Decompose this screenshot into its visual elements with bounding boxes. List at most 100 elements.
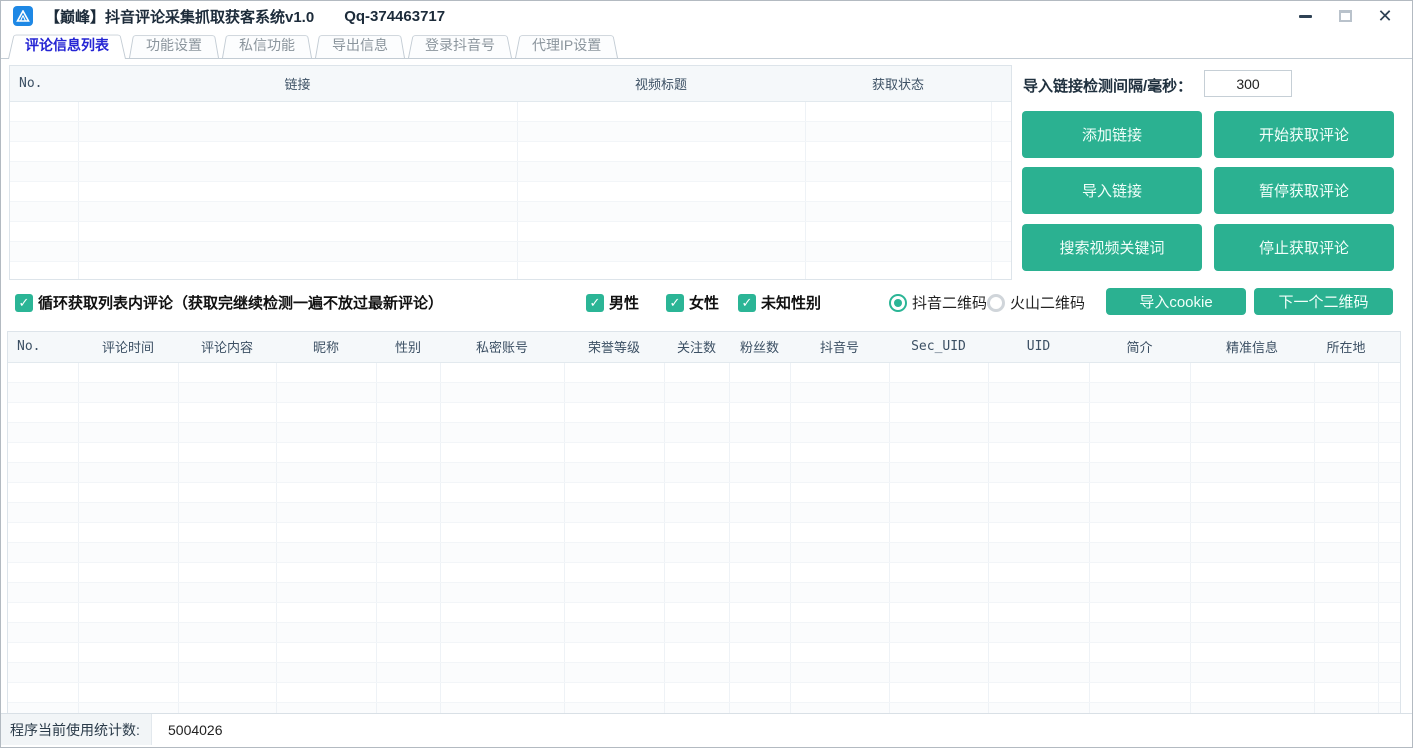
loop-fetch-checkbox[interactable]: ✓ (15, 294, 33, 312)
table-cell (1314, 582, 1378, 602)
table-cell (10, 101, 78, 121)
table-cell (78, 201, 517, 221)
table-cell (664, 402, 729, 422)
tab-comment-info-list[interactable]: 评论信息列表 (8, 32, 126, 59)
table-cell (729, 662, 790, 682)
table-cell (991, 101, 1011, 121)
table-cell (440, 682, 564, 702)
tab-export-info[interactable]: 导出信息 (315, 33, 405, 58)
table-cell (1314, 382, 1378, 402)
link-list-table: No. 链接 视频标题 获取状态 (9, 65, 1012, 280)
pause-fetch-comments-button[interactable]: 暂停获取评论 (1214, 167, 1394, 214)
table-cell (1190, 662, 1314, 682)
table-cell (440, 382, 564, 402)
huoshan-qr-radio[interactable] (987, 294, 1005, 312)
close-button[interactable]: ✕ (1376, 7, 1394, 25)
table-cell (564, 682, 664, 702)
table-cell (376, 622, 440, 642)
table-cell (178, 462, 276, 482)
douyin-qr-radio[interactable] (889, 294, 907, 312)
table-cell (729, 622, 790, 642)
table-cell (440, 642, 564, 662)
table-cell (517, 241, 805, 261)
table-cell (889, 582, 988, 602)
table-cell (889, 522, 988, 542)
table-cell (564, 602, 664, 622)
table-cell (664, 562, 729, 582)
tab-function-settings[interactable]: 功能设置 (129, 33, 219, 58)
table-cell (1089, 662, 1190, 682)
search-video-keyword-button[interactable]: 搜索视频关键词 (1022, 224, 1202, 271)
table-cell (729, 482, 790, 502)
table-cell (1190, 422, 1314, 442)
table-cell (1378, 662, 1400, 682)
table-cell (517, 161, 805, 181)
col-precise-info: 精准信息 (1190, 332, 1314, 362)
table-cell (564, 642, 664, 662)
table-cell (729, 682, 790, 702)
table-cell (178, 522, 276, 542)
table-cell (664, 482, 729, 502)
import-cookie-button[interactable]: 导入cookie (1106, 288, 1246, 315)
huoshan-qr-radio-row: 火山二维码 (987, 292, 1085, 313)
tab-login-douyin-account[interactable]: 登录抖音号 (408, 33, 512, 58)
table-cell (1089, 522, 1190, 542)
maximize-button[interactable] (1336, 7, 1354, 25)
unknown-gender-checkbox[interactable]: ✓ (738, 294, 756, 312)
table-cell (78, 241, 517, 261)
table-cell (790, 562, 889, 582)
table-cell (78, 261, 517, 280)
next-qr-code-button[interactable]: 下一个二维码 (1254, 288, 1393, 315)
interval-input[interactable] (1204, 70, 1292, 97)
table-cell (1190, 562, 1314, 582)
loop-fetch-label: 循环获取列表内评论（获取完继续检测一遍不放过最新评论） (38, 292, 443, 313)
table-cell (440, 602, 564, 622)
start-fetch-comments-button[interactable]: 开始获取评论 (1214, 111, 1394, 158)
table-cell (376, 542, 440, 562)
table-row (8, 582, 1400, 602)
table-cell (8, 462, 78, 482)
table-cell (10, 141, 78, 161)
minimize-button[interactable] (1296, 7, 1314, 25)
table-cell (440, 462, 564, 482)
table-cell (564, 662, 664, 682)
table-cell (1089, 642, 1190, 662)
table-cell (991, 161, 1011, 181)
table-cell (517, 181, 805, 201)
table-cell (376, 502, 440, 522)
table-cell (1089, 442, 1190, 462)
male-checkbox[interactable]: ✓ (586, 294, 604, 312)
stop-fetch-comments-button[interactable]: 停止获取评论 (1214, 224, 1394, 271)
table-cell (1378, 502, 1400, 522)
table-cell (178, 622, 276, 642)
table-cell (664, 642, 729, 662)
table-cell (78, 221, 517, 241)
table-cell (1314, 482, 1378, 502)
add-link-button[interactable]: 添加链接 (1022, 111, 1202, 158)
table-cell (1378, 522, 1400, 542)
table-cell (1190, 382, 1314, 402)
table-cell (8, 482, 78, 502)
import-link-button[interactable]: 导入链接 (1022, 167, 1202, 214)
table-row (10, 121, 1011, 141)
unknown-gender-label: 未知性别 (761, 292, 821, 313)
table-cell (805, 161, 991, 181)
douyin-qr-radio-row: 抖音二维码 (889, 292, 987, 313)
table-cell (1378, 602, 1400, 622)
table-cell (1378, 582, 1400, 602)
table-cell (1190, 362, 1314, 382)
table-cell (1089, 622, 1190, 642)
douyin-qr-label: 抖音二维码 (912, 292, 987, 313)
table-cell (376, 562, 440, 582)
table-cell (790, 382, 889, 402)
table-row (10, 221, 1011, 241)
table-cell (8, 602, 78, 622)
tab-private-message[interactable]: 私信功能 (222, 33, 312, 58)
table-cell (1190, 522, 1314, 542)
table-cell (729, 522, 790, 542)
tab-proxy-ip-settings[interactable]: 代理IP设置 (515, 33, 618, 58)
table-cell (376, 362, 440, 382)
table-cell (10, 161, 78, 181)
female-checkbox[interactable]: ✓ (666, 294, 684, 312)
table-cell (729, 422, 790, 442)
